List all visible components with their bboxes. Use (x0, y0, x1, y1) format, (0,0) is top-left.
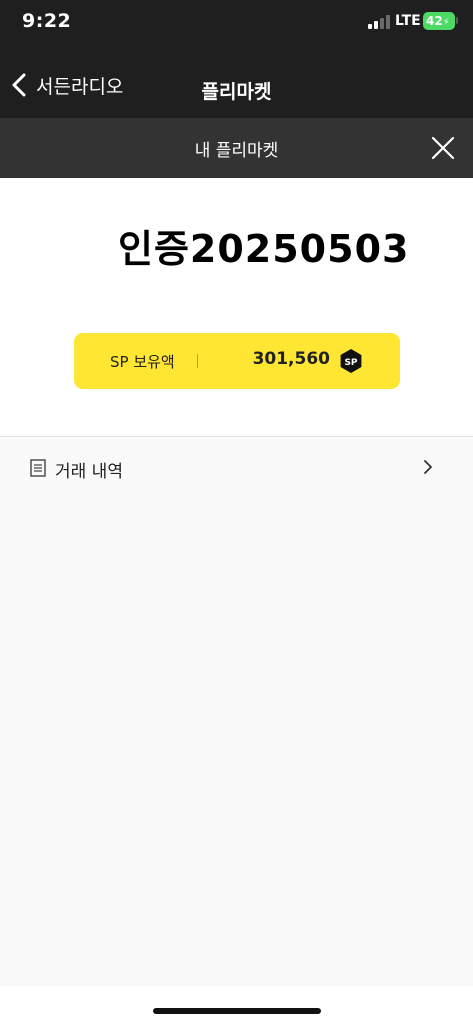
user-name: 인증20250503 (118, 227, 410, 271)
battery-cap (456, 17, 458, 24)
sp-balance-card: SP 보유액 301,560 SP (74, 333, 400, 389)
bottom-safe-area (0, 986, 473, 1024)
list-item-transaction-history[interactable]: 거래 내역 (0, 437, 473, 497)
status-time: 9:22 (22, 10, 72, 32)
document-icon (30, 459, 46, 477)
network-type: LTE (395, 13, 421, 29)
sp-balance-label: SP 보유액 (110, 353, 175, 371)
sp-coin-icon: SP (340, 349, 362, 373)
battery-level: 42 (426, 14, 443, 28)
chevron-right-icon (424, 460, 432, 474)
sub-header-title: 내 플리마켓 (194, 141, 279, 161)
page-title: 플리마켓 (201, 81, 272, 103)
sp-divider (197, 354, 198, 368)
profile-section: 인증20250503 SP 보유액 301,560 SP (0, 178, 473, 436)
sp-balance-amount: 301,560 (252, 349, 330, 369)
sp-coin-label: SP (344, 358, 357, 368)
close-icon[interactable] (430, 135, 456, 161)
list-item-label: 거래 내역 (55, 462, 123, 482)
sub-header: 내 플리마켓 (0, 118, 473, 178)
nav-bar: 서든라디오 플리마켓 (0, 50, 473, 118)
status-bar: 9:22 LTE 42⚡ (0, 0, 473, 50)
signal-icon (368, 15, 390, 29)
battery-icon: 42⚡ (423, 12, 455, 30)
home-indicator[interactable] (153, 1008, 321, 1014)
